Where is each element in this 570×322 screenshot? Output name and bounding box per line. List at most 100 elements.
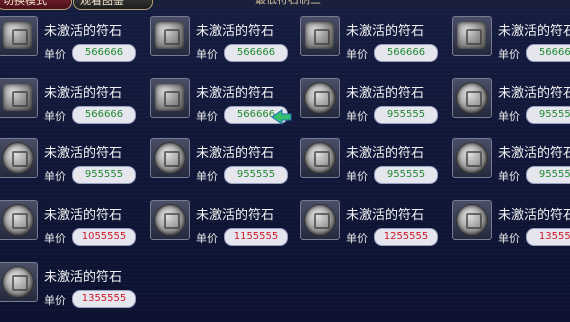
unit-price-label: 单价	[44, 110, 66, 123]
unit-price-label: 单价	[196, 170, 218, 183]
round-rune-stone-icon[interactable]	[300, 200, 340, 240]
rune-stone-item[interactable]: 未激活的符石单价 955555	[0, 138, 150, 198]
unit-price-value: 1355555	[72, 290, 136, 308]
rune-glyph-icon	[12, 29, 28, 45]
unit-price-label: 单价	[498, 48, 520, 61]
unit-price-value: 566666	[374, 44, 438, 62]
unit-price-label: 单价	[44, 232, 66, 245]
unit-price-label: 单价	[498, 170, 520, 183]
item-name: 未激活的符石	[44, 208, 123, 223]
item-name: 未激活的符石	[44, 270, 123, 285]
rune-stone-item[interactable]: 未激活的符石单价 566666	[150, 16, 302, 76]
unit-price-value: 955555	[72, 166, 136, 184]
rune-glyph-icon	[466, 213, 482, 229]
unit-price-value: 1055555	[72, 228, 136, 246]
unit-price-label: 单价	[196, 232, 218, 245]
rune-stone-grid: 未激活的符石 单价 566666 未激活的符石 单价 566666 未激活的符石 单价 5666…	[0, 0, 570, 310]
rune-glyph-icon	[466, 91, 482, 107]
item-name: 未激活的符石	[498, 208, 570, 223]
rune-stone-item[interactable]: 未激活的符石单价 955555	[452, 138, 570, 198]
unit-price-value: 1155555	[224, 228, 288, 246]
rune-glyph-icon	[164, 213, 180, 229]
unit-price-label: 单价	[346, 110, 368, 123]
item-name: 未激活的符石	[196, 24, 275, 39]
round-rune-stone-icon[interactable]	[0, 200, 38, 240]
rune-glyph-icon	[12, 91, 28, 107]
round-rune-stone-icon[interactable]	[300, 78, 340, 118]
rune-stone-item[interactable]: 未激活的符石 单价 1155555	[150, 200, 302, 260]
round-rune-stone-icon[interactable]	[0, 262, 38, 302]
unit-price-label: 单价	[346, 170, 368, 183]
rune-glyph-icon	[164, 91, 180, 107]
unit-price-value: 955555	[526, 166, 570, 184]
unit-price-value: 955555	[374, 166, 438, 184]
unit-price-value: 955555	[374, 106, 438, 124]
rune-stone-item[interactable]: 未激活的符石单价 566666	[452, 16, 570, 76]
round-rune-stone-icon[interactable]	[150, 200, 190, 240]
rune-glyph-icon	[314, 213, 330, 229]
round-rune-stone-icon[interactable]	[452, 138, 492, 178]
unit-price-value: 955555	[224, 166, 288, 184]
unit-price-value: 135555	[526, 228, 570, 246]
item-name: 未激活的符石	[44, 24, 123, 39]
rune-stone-item[interactable]: 未激活的符石单价 135555	[452, 200, 570, 260]
unit-price-value: 566666	[72, 44, 136, 62]
rune-stone-item[interactable]: 未激活的符石 单价 1055555	[0, 200, 150, 260]
item-name: 未激活的符石	[498, 146, 570, 161]
unit-price-label: 单价	[346, 48, 368, 61]
unit-price-value: 1255555	[374, 228, 438, 246]
rune-stone-item[interactable]: 未激活的符石 单价 1255555	[300, 200, 452, 260]
item-name: 未激活的符石	[346, 146, 425, 161]
rune-glyph-icon	[314, 91, 330, 107]
square-rune-stone-icon[interactable]	[150, 78, 190, 118]
round-rune-stone-icon[interactable]	[452, 78, 492, 118]
unit-price-label: 单价	[44, 294, 66, 307]
square-rune-stone-icon[interactable]	[452, 16, 492, 56]
item-name: 未激活的符石	[346, 24, 425, 39]
rune-glyph-icon	[164, 151, 180, 167]
item-name: 未激活的符石	[196, 208, 275, 223]
item-name: 未激活的符石	[498, 24, 570, 39]
item-name: 未激活的符石	[44, 86, 123, 101]
item-name: 未激活的符石	[196, 146, 275, 161]
rune-stone-item[interactable]: 未激活的符石单价 955555	[452, 78, 570, 138]
unit-price-label: 单价	[44, 170, 66, 183]
round-rune-stone-icon[interactable]	[452, 200, 492, 240]
square-rune-stone-icon[interactable]	[0, 16, 38, 56]
round-rune-stone-icon[interactable]	[0, 138, 38, 178]
unit-price-value: 566666	[224, 44, 288, 62]
unit-price-label: 单价	[498, 110, 520, 123]
square-rune-stone-icon[interactable]	[300, 16, 340, 56]
unit-price-value: 566666	[526, 44, 570, 62]
rune-stone-item[interactable]: 未激活的符石单价 955555	[150, 138, 302, 198]
square-rune-stone-icon[interactable]	[0, 78, 38, 118]
rune-stone-item[interactable]: 未激活的符石单价 566666	[300, 16, 452, 76]
item-name: 未激活的符石	[346, 86, 425, 101]
rune-glyph-icon	[466, 29, 482, 45]
rune-glyph-icon	[164, 29, 180, 45]
unit-price-label: 单价	[44, 48, 66, 61]
unit-price-value: 955555	[526, 106, 570, 124]
round-rune-stone-icon[interactable]	[150, 138, 190, 178]
unit-price-label: 单价	[346, 232, 368, 245]
rune-stone-item[interactable]: 未激活的符石单价 955555	[300, 78, 452, 138]
round-rune-stone-icon[interactable]	[300, 138, 340, 178]
rune-stone-item[interactable]: 未激活的符石单价 566666	[0, 78, 150, 138]
rune-glyph-icon	[314, 29, 330, 45]
rune-glyph-icon	[12, 275, 28, 291]
rune-glyph-icon	[12, 151, 28, 167]
item-name: 未激活的符石	[346, 208, 425, 223]
item-name: 未激活的符石	[44, 146, 123, 161]
unit-price-label: 单价	[498, 232, 520, 245]
square-rune-stone-icon[interactable]	[150, 16, 190, 56]
item-name: 未激活的符石	[196, 86, 275, 101]
rune-stone-item[interactable]: 未激活的符石单价 955555	[300, 138, 452, 198]
rune-glyph-icon	[314, 151, 330, 167]
unit-price-label: 单价	[196, 110, 218, 123]
arrow-cursor-icon	[271, 109, 292, 125]
rune-stone-item[interactable]: 未激活的符石单价 566666	[0, 16, 150, 76]
unit-price-label: 单价	[196, 48, 218, 61]
rune-glyph-icon	[12, 213, 28, 229]
rune-glyph-icon	[466, 151, 482, 167]
rune-stone-item[interactable]: 未激活的符石 单价 1355555	[0, 262, 150, 322]
